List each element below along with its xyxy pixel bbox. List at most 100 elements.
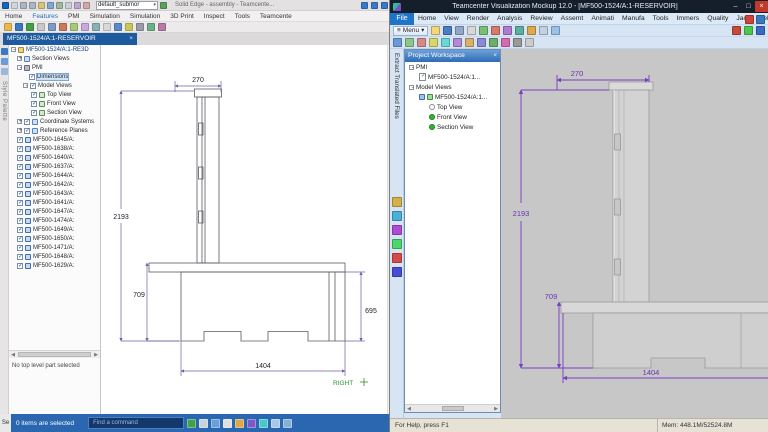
- checkbox-checked[interactable]: ✓: [17, 146, 23, 152]
- sync-icon[interactable]: [160, 2, 167, 9]
- ribbon-icon[interactable]: [81, 23, 89, 31]
- tools-icon[interactable]: [392, 253, 402, 263]
- delete-icon[interactable]: [83, 2, 90, 9]
- tree-part-row[interactable]: ✓ MF500-1474/A:: [9, 216, 100, 225]
- markup-icon[interactable]: [491, 26, 500, 35]
- print-icon[interactable]: [455, 26, 464, 35]
- ribbon-icon[interactable]: [15, 23, 23, 31]
- expand-icon[interactable]: [17, 128, 22, 133]
- checkbox-checked[interactable]: ✓: [17, 182, 23, 188]
- copy-icon[interactable]: [467, 26, 476, 35]
- material-icon[interactable]: [392, 225, 402, 235]
- document-tab[interactable]: MF500-1524/A:1-RESERVOIR ×: [3, 33, 137, 45]
- tree-part-row[interactable]: ✓ MF500-1640/A:: [9, 153, 100, 162]
- dim-2193-label[interactable]: 2193: [513, 209, 530, 218]
- pan-icon[interactable]: [551, 26, 560, 35]
- 3d-viewport[interactable]: 270 2193 709 1404: [501, 49, 768, 418]
- collapse-icon[interactable]: [409, 65, 414, 70]
- tree-part-row[interactable]: ✓ MF500-1629/A:: [9, 261, 100, 270]
- scrollbar-thumb[interactable]: [18, 352, 91, 357]
- tree-view-row[interactable]: ✓ Top View: [9, 90, 100, 99]
- ribbon-icon[interactable]: [125, 23, 133, 31]
- tree-part-row[interactable]: ✓ MF500-1647/A:: [9, 207, 100, 216]
- collapse-icon[interactable]: [17, 65, 22, 70]
- tree-group-row[interactable]: ✓ Coordinate Systems: [9, 117, 100, 126]
- cube-icon[interactable]: [392, 239, 402, 249]
- view-node-front[interactable]: Front View: [405, 112, 500, 122]
- menu-item[interactable]: Home: [414, 13, 440, 25]
- tree-part-row[interactable]: ✓ MF500-1648/A:: [9, 252, 100, 261]
- checkbox-checked[interactable]: ✓: [17, 209, 23, 215]
- paste-icon[interactable]: [74, 2, 81, 9]
- menu-item[interactable]: View: [440, 13, 463, 25]
- copy-icon[interactable]: [65, 2, 72, 9]
- checkbox-checked[interactable]: ✓: [17, 191, 23, 197]
- menu-item[interactable]: Immers: [673, 13, 704, 25]
- tree-group-row[interactable]: PMI: [9, 63, 100, 72]
- menu-item[interactable]: Animati: [587, 13, 618, 25]
- dim-709-label[interactable]: 709: [133, 292, 145, 299]
- ribbon-tab[interactable]: Home: [0, 11, 27, 22]
- ribbon-tab[interactable]: Features: [27, 11, 63, 22]
- select-icon[interactable]: [539, 26, 548, 35]
- config-combo[interactable]: default_submor ▾: [96, 1, 158, 10]
- redo-icon[interactable]: [29, 2, 36, 9]
- ribbon-tab[interactable]: PMI: [63, 11, 85, 22]
- layers-icon[interactable]: [1, 68, 8, 75]
- ribbon-icon[interactable]: [26, 23, 34, 31]
- undo-icon[interactable]: [20, 2, 27, 9]
- menu-item[interactable]: Review: [526, 13, 556, 25]
- checkbox-checked[interactable]: ✓: [17, 227, 23, 233]
- tree-part-row[interactable]: ✓ MF500-1645/A:: [9, 135, 100, 144]
- dim-2193[interactable]: [121, 91, 194, 341]
- dim-2193-label[interactable]: 2193: [113, 214, 129, 221]
- tree-group-row[interactable]: ✓ Reference Planes: [9, 126, 100, 135]
- ribbon-icon[interactable]: [37, 23, 45, 31]
- background-icon[interactable]: [525, 38, 534, 47]
- clear-icon[interactable]: [732, 26, 741, 35]
- menu-item[interactable]: Render: [463, 13, 493, 25]
- tree-part-row[interactable]: ✓ MF500-1644/A:: [9, 171, 100, 180]
- menu-item[interactable]: Assemt: [557, 13, 588, 25]
- checkbox-checked[interactable]: ✓: [29, 74, 35, 80]
- checkbox-checked[interactable]: ✓: [17, 218, 23, 224]
- maximize-icon[interactable]: □: [742, 1, 755, 12]
- checkbox-checked[interactable]: ✓: [31, 110, 37, 116]
- tree-part-row[interactable]: ✓ MF500-1641/A:: [9, 198, 100, 207]
- checkbox-checked[interactable]: ✓: [17, 245, 23, 251]
- extract-translated-files-tab[interactable]: Extract Translated Files: [393, 53, 400, 119]
- collapse-icon[interactable]: [11, 47, 16, 52]
- pathfinder-icon[interactable]: [1, 48, 8, 55]
- wireframe-icon[interactable]: [429, 38, 438, 47]
- ribbon-icon[interactable]: [158, 23, 166, 31]
- save-icon[interactable]: [11, 2, 18, 9]
- ribbon-icon[interactable]: [4, 23, 12, 31]
- scroll-left-icon[interactable]: ◀: [9, 352, 17, 358]
- rotate-icon[interactable]: [417, 38, 426, 47]
- geometry[interactable]: [561, 82, 768, 368]
- grid-icon[interactable]: [513, 38, 522, 47]
- checkbox-checked[interactable]: ✓: [17, 254, 23, 260]
- tree-root-row[interactable]: MF500-1524/A:1-RE3D: [9, 45, 100, 54]
- record-icon[interactable]: [745, 15, 754, 24]
- dim-1404-label[interactable]: 1404: [643, 368, 660, 377]
- status-icon[interactable]: [247, 419, 256, 428]
- tree-part-row[interactable]: ✓ MF500-1650/A:: [9, 234, 100, 243]
- close-icon[interactable]: ×: [129, 33, 133, 45]
- geometry[interactable]: [149, 89, 345, 341]
- scroll-right-icon[interactable]: ▶: [92, 352, 100, 358]
- tree-horizontal-scrollbar[interactable]: ◀ ▶: [9, 350, 100, 358]
- tree-part-row[interactable]: ✓ MF500-1643/A:: [9, 189, 100, 198]
- measure-icon[interactable]: [479, 26, 488, 35]
- menu-item[interactable]: Analysis: [493, 13, 526, 25]
- select-tool-icon[interactable]: [56, 2, 63, 9]
- ribbon-icon[interactable]: [59, 23, 67, 31]
- close-icon[interactable]: ×: [755, 1, 768, 12]
- snapshot-icon[interactable]: [515, 26, 524, 35]
- dim-270-label[interactable]: 270: [571, 69, 584, 78]
- shaded-icon[interactable]: [441, 38, 450, 47]
- drawing-canvas[interactable]: 270 2193 709 695: [101, 45, 394, 414]
- print-icon[interactable]: [47, 2, 54, 9]
- ribbon-icon[interactable]: [114, 23, 122, 31]
- checkbox-checked[interactable]: ✓: [17, 173, 23, 179]
